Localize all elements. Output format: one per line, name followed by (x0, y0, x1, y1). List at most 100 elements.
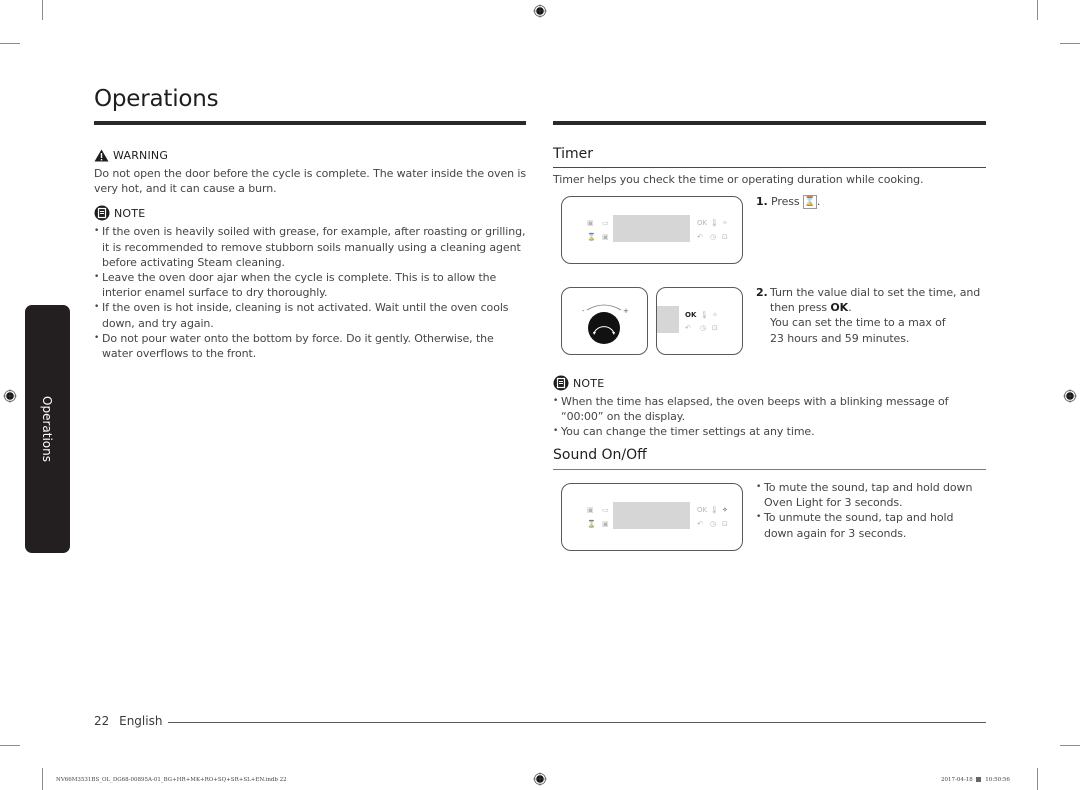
clock-icon: ◷ (710, 520, 717, 528)
control-panel-illustration: ▣ ▭ ⌛ ▣ OK 🌡︎ ✧ ↶ ◷ ⊡ (561, 196, 743, 264)
note-item: Do not pour water onto the bottom by for… (94, 331, 526, 361)
lock-icon: ⊡ (722, 233, 728, 241)
hourglass-icon: ⌛ (587, 233, 596, 241)
registration-mark-icon (3, 389, 17, 403)
note-icon (553, 375, 569, 391)
oven-light-icon: ✧ (712, 311, 718, 319)
registration-mark-icon (533, 4, 547, 18)
registration-mark-icon (533, 772, 547, 786)
ok-button-icon: OK (685, 311, 697, 319)
sound-list: To mute the sound, tap and hold down Ove… (756, 480, 986, 541)
page-number: 22 (94, 714, 110, 728)
back-icon: ↶ (697, 520, 703, 528)
sound-rule (553, 469, 986, 470)
timer-step-2: 2. Turn the value dial to set the time, … (756, 285, 986, 346)
timer-intro: Timer helps you check the time or operat… (553, 173, 924, 186)
page-footer: 22 English (94, 714, 162, 728)
footer-rule (168, 722, 986, 723)
crop-mark (42, 0, 43, 20)
step-line: then press OK. (770, 301, 852, 315)
timer-step-1: 1. Press ⌛. (756, 195, 821, 209)
crop-mark (42, 768, 43, 790)
print-slug-file: NV66M3531BS_OL_DG68-00895A-01_BG+HR+MK+R… (56, 777, 287, 783)
dial-icon (586, 304, 622, 344)
timer-note: NOTE When the time has elapsed, the oven… (553, 375, 986, 440)
lock-icon: ⊡ (712, 324, 718, 332)
crop-mark (1060, 745, 1080, 746)
warning-label: WARNING (113, 149, 169, 162)
sound-title: Sound On/Off (553, 447, 647, 463)
hourglass-icon: ⌛ (802, 195, 817, 209)
display-screen (613, 215, 690, 242)
steam-mode-icon: ▣ (602, 520, 609, 528)
oven-mode-icon: ▭ (602, 506, 609, 514)
display-screen (657, 306, 679, 333)
back-icon: ↶ (685, 324, 691, 332)
ok-button-icon: OK (697, 506, 708, 514)
step-line: You can set the time to a max of (770, 316, 946, 330)
ok-panel-illustration: OK 🌡︎ ✧ ↶ ◷ ⊡ (656, 287, 743, 355)
clock-icon: ◷ (700, 324, 707, 332)
sound-item: To unmute the sound, tap and hold down a… (756, 510, 986, 540)
oven-light-icon: ✧ (722, 506, 728, 514)
ok-emphasis: OK (830, 301, 849, 315)
value-dial-illustration: - + (561, 287, 648, 355)
note-item: If the oven is hot inside, cleaning is n… (94, 300, 526, 330)
crop-mark (1060, 43, 1080, 44)
print-slug-timestamp: 2017-04-18 10:50:56 (941, 777, 1010, 783)
warning-heading: WARNING (94, 149, 526, 162)
title-rule-left (94, 121, 526, 125)
note-item: You can change the timer settings at any… (553, 424, 986, 439)
note-item: Leave the oven door ajar when the cycle … (94, 270, 526, 300)
step-number: 1. (756, 195, 768, 208)
hourglass-icon: ⌛ (587, 520, 596, 528)
crop-mark (0, 745, 20, 746)
temperature-icon: 🌡︎ (700, 311, 709, 319)
dial-plus: + (623, 307, 629, 315)
section-side-tab[interactable]: Operations (25, 305, 70, 553)
note-heading: NOTE (94, 205, 526, 221)
slug-date: 2017-04-18 (941, 777, 973, 783)
crop-mark (1037, 768, 1038, 790)
step-line: Turn the value dial to set the time, and (770, 286, 981, 299)
note-list: When the time has elapsed, the oven beep… (553, 394, 986, 440)
note-heading: NOTE (553, 375, 986, 391)
note-list: If the oven is heavily soiled with greas… (94, 224, 526, 361)
steam-mode-icon: ▣ (602, 233, 609, 241)
temperature-icon: 🌡︎ (710, 219, 719, 227)
dial-minus: - (582, 307, 585, 315)
slug-time: 10:50:56 (985, 777, 1010, 783)
page-title: Operations (94, 86, 219, 112)
lock-icon: ⊡ (722, 520, 728, 528)
grill-mode-icon: ▣ (587, 219, 594, 227)
ok-button-icon: OK (697, 219, 708, 227)
crop-mark (1037, 0, 1038, 20)
registration-mark-icon (1063, 389, 1077, 403)
temperature-icon: 🌡︎ (710, 506, 719, 514)
grill-mode-icon: ▣ (587, 506, 594, 514)
side-tab-label: Operations (40, 396, 55, 462)
title-rule-right (553, 121, 986, 125)
display-screen (613, 502, 690, 529)
left-column: WARNING Do not open the door before the … (94, 149, 526, 361)
warning-text: Do not open the door before the cycle is… (94, 167, 526, 196)
oven-mode-icon: ▭ (602, 219, 609, 227)
back-icon: ↶ (697, 233, 703, 241)
footer-language: English (119, 714, 163, 728)
oven-light-icon: ✧ (722, 219, 728, 227)
sound-item: To mute the sound, tap and hold down Ove… (756, 480, 986, 510)
crop-mark (0, 43, 20, 44)
note-icon (94, 205, 110, 221)
warning-triangle-icon (94, 149, 109, 162)
timer-rule (553, 167, 986, 168)
timer-title: Timer (553, 146, 594, 162)
step-number: 2. (756, 286, 768, 299)
step-line: 23 hours and 59 minutes. (770, 331, 910, 345)
control-panel-illustration: ▣ ▭ ⌛ ▣ OK 🌡︎ ✧ ↶ ◷ ⊡ (561, 483, 743, 551)
note-item: When the time has elapsed, the oven beep… (553, 394, 986, 424)
step-text: Press (771, 195, 800, 208)
note-label: NOTE (573, 376, 605, 390)
slug-glyph (976, 777, 982, 782)
note-label: NOTE (114, 206, 146, 220)
note-item: If the oven is heavily soiled with greas… (94, 224, 526, 270)
